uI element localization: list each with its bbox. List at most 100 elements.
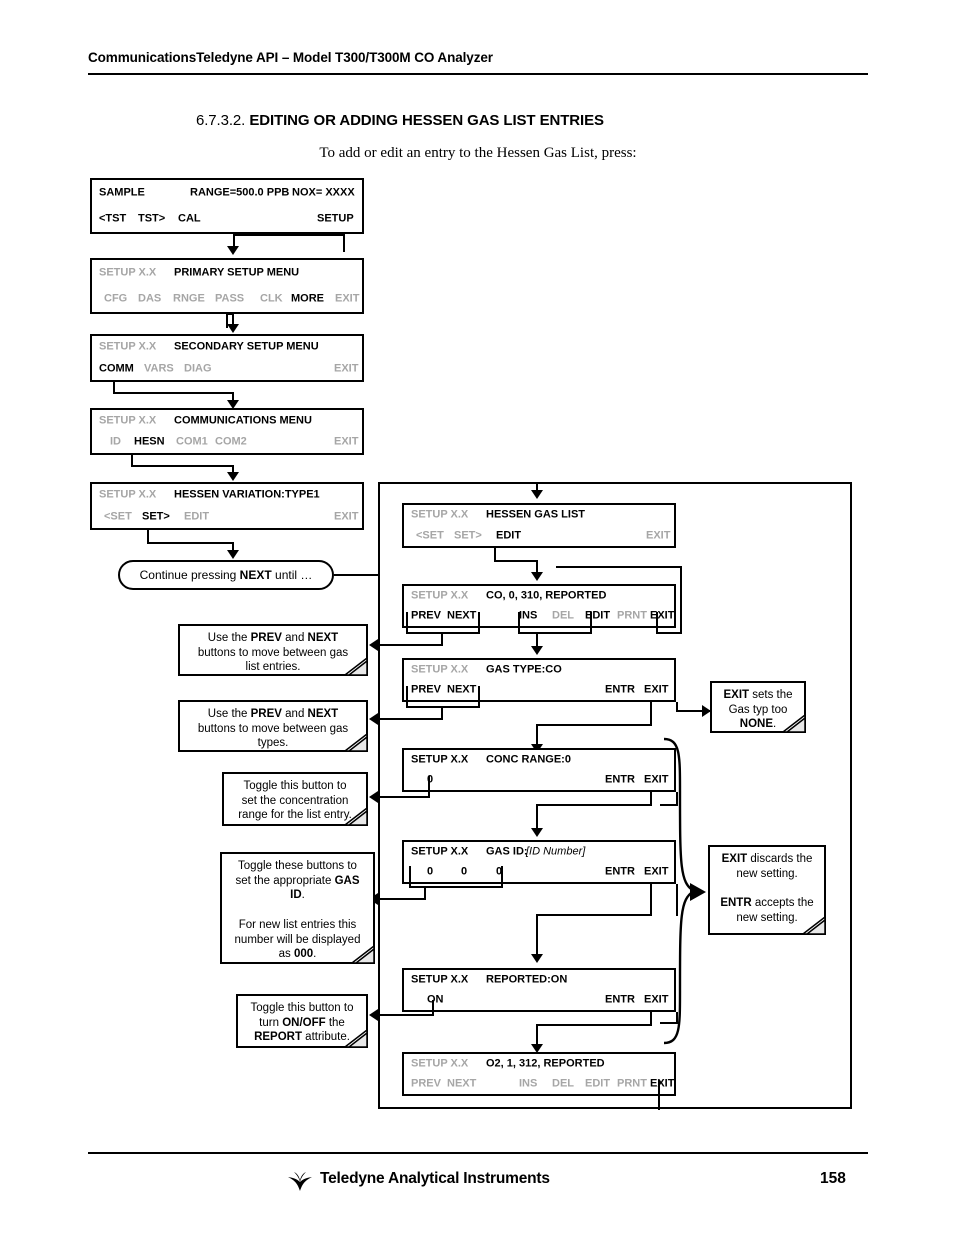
button-hesn[interactable]: HESN [134,436,165,448]
connector [406,706,480,708]
button-setup[interactable]: SETUP [317,213,354,225]
button-entr[interactable]: ENTR [605,866,635,878]
lcd-row-top: SETUP X.X HESSEN VARIATION:TYPE1 [92,484,362,506]
lcd-row-bottom: <SET SET> EDIT EXIT [92,506,362,528]
arrow-down-icon [531,828,543,837]
button-exit[interactable]: EXIT [335,293,359,305]
button-edit[interactable]: EDIT [585,1078,610,1090]
button-entr[interactable]: ENTR [605,774,635,786]
button-edit[interactable]: EDIT [496,530,521,541]
connector [343,234,345,252]
callout-line-3: ENTR accepts the [720,897,814,910]
callout-line-2: buttons to move between gas [197,646,349,659]
folded-corner-icon [783,715,805,732]
callout-line-1: Toggle these buttons to [238,860,357,872]
button-das[interactable]: DAS [138,293,161,305]
button-tst-next[interactable]: TST> [138,213,165,225]
button-exit[interactable]: EXIT [650,1078,674,1090]
lcd-panel-reported: SETUP X.X REPORTED:ON ON ENTR EXIT [402,968,676,1012]
button-next[interactable]: NEXT [447,610,476,622]
callout-continue-next: Continue pressing NEXT until … [118,560,334,590]
button-set-next[interactable]: SET> [142,511,170,523]
button-prnt[interactable]: PRNT [617,1078,647,1090]
lcd-row-top: SETUP X.X GAS TYPE:CO [404,660,674,680]
button-edit[interactable]: EDIT [585,610,610,622]
setup-label: SETUP X.X [411,1057,469,1070]
callout-line-2: set the concentration [241,794,349,807]
setup-label: SETUP X.X [411,663,469,676]
button-del[interactable]: DEL [552,610,574,622]
button-set-prev[interactable]: <SET [416,530,444,541]
button-vars[interactable]: VARS [144,363,174,375]
button-exit[interactable]: EXIT [334,511,358,523]
button-cfg[interactable]: CFG [104,293,127,305]
reported-value[interactable]: ON [427,994,444,1006]
lcd-row-top: SAMPLE RANGE=500.0 PPB NOX= XXXX [92,180,362,206]
document-page: CommunicationsTeledyne API – Model T300/… [0,0,954,1235]
connector [409,866,411,888]
lcd-panel-gas-id: SETUP X.X GAS ID: [ID Number] 0 0 0 ENTR… [402,840,676,884]
lcd-row-bottom: <TST TST> CAL SETUP [92,206,362,232]
lcd-row-top: SETUP X.X O2, 1, 312, REPORTED [404,1054,674,1074]
button-set-prev[interactable]: <SET [104,511,132,523]
button-id[interactable]: ID [110,436,121,448]
button-prev[interactable]: PREV [411,610,441,622]
button-entr[interactable]: ENTR [605,684,635,696]
button-next[interactable]: NEXT [447,1078,476,1090]
button-prnt[interactable]: PRNT [617,610,647,622]
folded-corner-icon [803,917,825,934]
button-pass[interactable]: PASS [215,293,244,305]
lcd-row-bottom: 0 ENTR EXIT [404,770,674,790]
button-del[interactable]: DEL [552,1078,574,1090]
button-exit[interactable]: EXIT [334,436,358,448]
button-prev[interactable]: PREV [411,684,441,696]
button-clk[interactable]: CLK [260,293,283,305]
section-title-text: EDITING OR ADDING HESSEN GAS LIST ENTRIE… [249,112,604,129]
gas-id-digit-1[interactable]: 0 [427,866,433,878]
secondary-setup-title: SECONDARY SETUP MENU [174,340,319,353]
button-exit[interactable]: EXIT [644,684,668,696]
button-prev[interactable]: PREV [411,1078,441,1090]
folded-corner-icon [345,1030,367,1047]
button-edit[interactable]: EDIT [184,511,209,523]
gas-entry-co-title: CO, 0, 310, REPORTED [486,589,607,602]
button-next[interactable]: NEXT [447,684,476,696]
connector [656,632,682,634]
callout-exit-entr: EXIT discards the new setting. ENTR acce… [708,845,826,935]
button-more[interactable]: MORE [291,293,324,305]
button-cal[interactable]: CAL [178,213,201,225]
lcd-panel-sample: SAMPLE RANGE=500.0 PPB NOX= XXXX <TST TS… [90,178,364,234]
lcd-row-bottom: ID HESN COM1 COM2 EXIT [92,432,362,454]
connector [536,914,538,958]
button-com2[interactable]: COM2 [215,436,247,448]
connector [406,632,480,634]
arrow-left-icon [369,1009,378,1021]
button-exit[interactable]: EXIT [334,363,358,375]
button-comm[interactable]: COMM [99,363,134,375]
button-exit[interactable]: EXIT [646,530,670,541]
callout-line-3: ID. [290,889,305,902]
button-ins[interactable]: INS [519,1078,537,1090]
lcd-row-top: SETUP X.X COMMUNICATIONS MENU [92,410,362,432]
button-exit[interactable]: EXIT [650,610,674,622]
footer-rule [88,1152,868,1154]
button-entr[interactable]: ENTR [605,994,635,1006]
button-com1[interactable]: COM1 [176,436,208,448]
button-set-next[interactable]: SET> [454,530,482,541]
callout-line-1: Use the PREV and NEXT [207,708,339,720]
connector [518,632,592,634]
button-rnge[interactable]: RNGE [173,293,205,305]
connector [406,612,408,634]
button-tst-prev[interactable]: <TST [99,213,126,225]
button-diag[interactable]: DIAG [184,363,212,375]
button-exit[interactable]: EXIT [644,994,668,1006]
folded-corner-icon [345,734,367,751]
lcd-panel-gas-type: SETUP X.X GAS TYPE:CO PREV NEXT ENTR EXI… [402,658,676,702]
gas-id-digit-2[interactable]: 0 [461,866,467,878]
connector [536,724,652,726]
button-ins[interactable]: INS [519,610,537,622]
connector [501,866,503,888]
callout-prev-next-entries: Use the PREV and NEXT buttons to move be… [178,624,368,676]
callout-line-1: EXIT discards the [721,853,813,865]
lcd-row-bottom: <SET SET> EDIT EXIT [404,526,674,547]
